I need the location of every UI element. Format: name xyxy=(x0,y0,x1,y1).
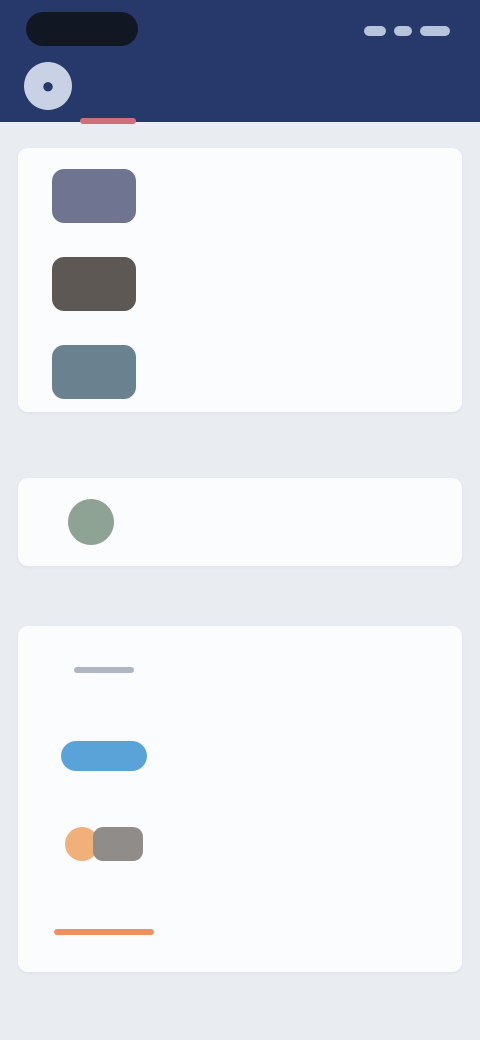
list-item[interactable] xyxy=(18,240,462,328)
list-item[interactable] xyxy=(18,626,462,714)
status-bar-icons xyxy=(354,22,450,40)
app-logo xyxy=(52,650,156,690)
list-item[interactable] xyxy=(18,328,462,416)
user-icon: ● xyxy=(41,73,55,98)
battery-icon xyxy=(420,26,450,36)
list-item[interactable] xyxy=(18,888,462,976)
item-thumbnail xyxy=(52,169,136,223)
section-card-1 xyxy=(18,148,462,412)
app-logo xyxy=(52,736,156,776)
page-title xyxy=(140,76,340,100)
app-logo xyxy=(52,824,156,864)
camera-notch xyxy=(26,12,138,46)
list-item[interactable] xyxy=(18,712,462,800)
list-item[interactable] xyxy=(18,478,462,566)
app-header: ● xyxy=(0,0,480,122)
list-item[interactable] xyxy=(18,800,462,888)
wifi-icon xyxy=(394,26,412,36)
section-card-3 xyxy=(18,626,462,972)
item-thumbnail xyxy=(52,345,136,399)
profile-avatar-button[interactable]: ● xyxy=(24,62,72,110)
signal-icon xyxy=(364,26,386,36)
item-thumbnail xyxy=(52,257,136,311)
list-item[interactable] xyxy=(18,152,462,240)
app-logo xyxy=(52,912,156,952)
active-tab-indicator xyxy=(80,118,136,124)
section-card-2 xyxy=(18,478,462,566)
item-thumbnail xyxy=(68,499,114,545)
